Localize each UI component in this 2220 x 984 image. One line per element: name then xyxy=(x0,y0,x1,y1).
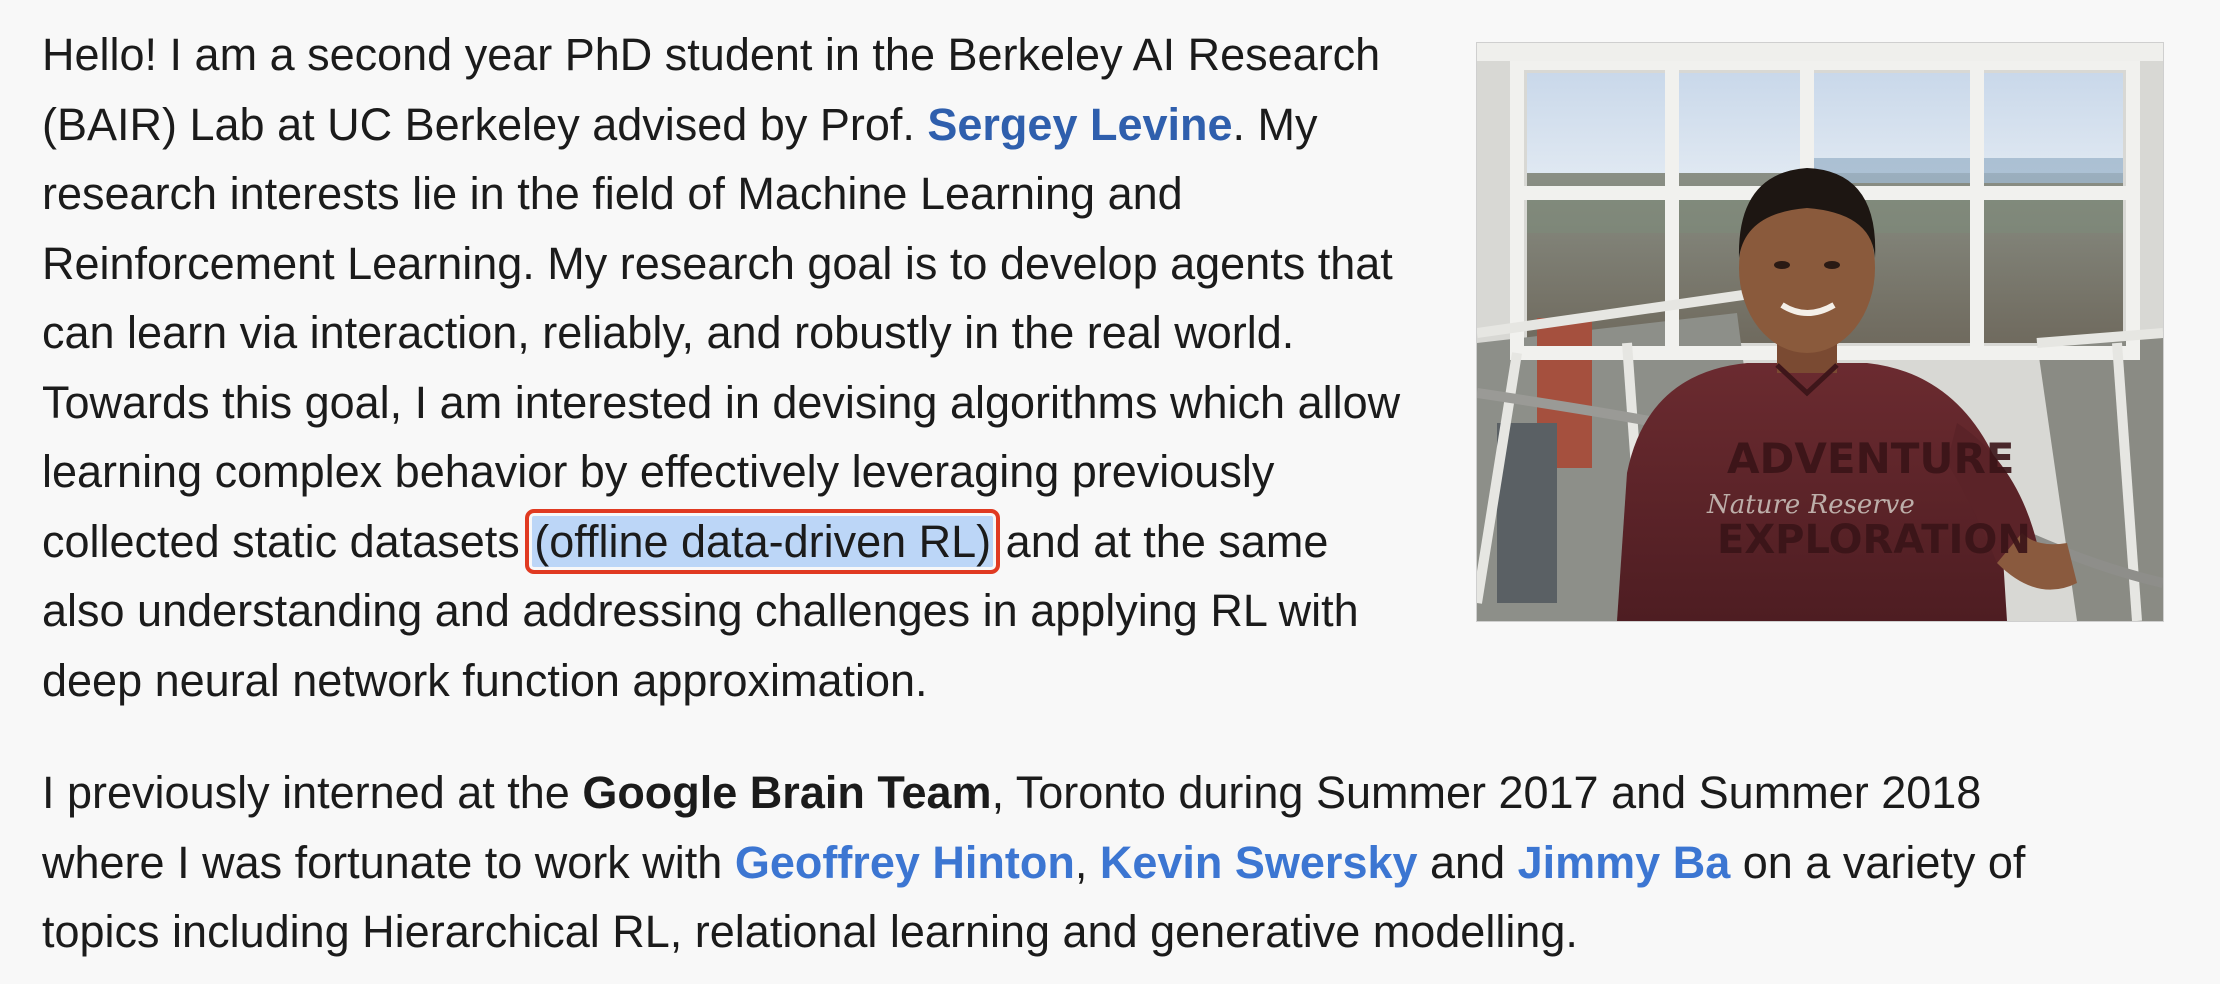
bio-line: collected static datasets (offline data-… xyxy=(42,507,1487,577)
highlighted-selection[interactable]: (offline data-driven RL) xyxy=(525,508,1001,574)
internship-paragraph: I previously interned at the Google Brai… xyxy=(42,758,2192,967)
bio-line: learning complex behavior by effectively… xyxy=(42,446,1275,497)
bio-text: . My xyxy=(1232,98,1318,150)
bio-text: and at the same xyxy=(993,515,1329,567)
bio-line: Towards this goal, I am interested in de… xyxy=(42,376,1401,428)
internship-text: on a variety of xyxy=(1730,836,2026,888)
shirt-print-3: EXPLORATION xyxy=(1717,517,2031,563)
internship-text: , Toronto during Summer 2017 and Summer … xyxy=(991,767,1982,818)
bio-line: also understanding and addressing challe… xyxy=(42,585,1359,636)
google-brain-team: Google Brain Team xyxy=(582,767,992,818)
bio-line: Hello! I am a second year PhD student in… xyxy=(42,29,1381,80)
internship-text: where I was fortunate to work with xyxy=(42,836,735,888)
separator-text: and xyxy=(1417,836,1518,888)
kevin-swersky-link[interactable]: Kevin Swersky xyxy=(1100,837,1418,888)
bio-line: research interests lie in the field of M… xyxy=(42,168,1183,219)
bio-paragraph: Hello! I am a second year PhD student in… xyxy=(42,20,1487,715)
profile-photo: ADVENTURE Nature Reserve EXPLORATION xyxy=(1476,42,2164,622)
bio-line: can learn via interaction, reliably, and… xyxy=(42,307,1295,358)
advisor-link[interactable]: Sergey Levine xyxy=(927,99,1232,150)
bio-line: Reinforcement Learning. My research goal… xyxy=(42,237,1393,289)
internship-text: I previously interned at the xyxy=(42,767,583,818)
internship-line: topics including Hierarchical RL, relati… xyxy=(42,906,1578,957)
jimmy-ba-link[interactable]: Jimmy Ba xyxy=(1518,837,1731,888)
separator-text: , xyxy=(1074,836,1100,888)
bio-text: (BAIR) Lab at UC Berkeley advised by Pro… xyxy=(42,98,928,150)
bio-text: collected static datasets xyxy=(42,515,533,567)
internship-line: I previously interned at the Google Brai… xyxy=(42,758,2192,828)
bio-line: (BAIR) Lab at UC Berkeley advised by Pro… xyxy=(42,90,1487,160)
internship-line: where I was fortunate to work with Geoff… xyxy=(42,828,2192,898)
shirt-print-2: Nature Reserve xyxy=(1706,490,1915,520)
geoffrey-hinton-link[interactable]: Geoffrey Hinton xyxy=(735,837,1075,888)
bio-line: deep neural network function approximati… xyxy=(42,654,928,706)
shirt-print-1: ADVENTURE xyxy=(1727,434,2015,483)
